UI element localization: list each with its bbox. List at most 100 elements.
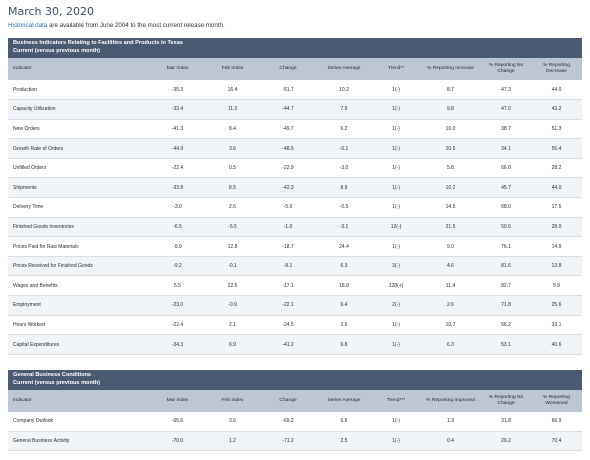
table-cell: 2(-) <box>372 295 420 316</box>
table-cell: 68.0 <box>481 197 531 218</box>
table-cell: -51.7 <box>260 80 316 101</box>
table-cell: 1(-) <box>372 158 420 179</box>
table-cell: 6.3 <box>316 256 372 277</box>
table-cell: 45.7 <box>481 177 531 199</box>
table-cell: 1(-) <box>372 138 420 159</box>
table-cell: -33.4 <box>150 99 205 120</box>
table-cell: 12.8 <box>205 236 260 257</box>
table-row: Capital Expenditures -34.3 6.9 -41.2 6.8 1(-)… <box>8 334 582 355</box>
table-cell: -0.5 <box>316 197 372 218</box>
table-cell: 0.4 <box>420 431 481 451</box>
indicator-name: Prices Received for Finished Goods <box>8 256 150 277</box>
table-cell: 6.4 <box>316 295 372 316</box>
column-header: Trend** <box>387 66 405 71</box>
table-cell: 1(-) <box>372 315 420 336</box>
table-cell: 10.7 <box>420 315 481 336</box>
table-cell: 56.2 <box>481 315 531 336</box>
indicator-name: General Business Activity <box>8 431 150 451</box>
table-cell: 8.5 <box>205 177 260 199</box>
table-cell: 10.5 <box>420 138 481 159</box>
table-2-subtitle: Current (versus previous month) <box>13 379 101 386</box>
indicator-name: Production <box>8 80 150 101</box>
column-header: % Reporting No Change <box>488 395 524 406</box>
table-row: Capacity Utilization -33.4 11.3 -44.7 7.9 1(-… <box>8 99 582 120</box>
column-header: Feb Index <box>221 66 244 71</box>
historical-data-link[interactable]: Historical data <box>8 22 47 29</box>
table-cell: -17.1 <box>260 275 316 297</box>
table-2-column-headers: Indicator Mar Index Feb Index Change Series … <box>8 390 582 412</box>
indicator-name: Employment <box>8 295 150 316</box>
indicator-name: Capital Expenditures <box>8 334 150 355</box>
indicator-name: Delivery Time <box>8 197 150 218</box>
indicator-name: Company Outlook <box>8 412 150 432</box>
column-header: Mar Index <box>166 66 189 71</box>
table-cell: -3.1 <box>316 217 372 238</box>
table-cell: -41.2 <box>260 334 316 355</box>
intro-text: Historical data are available from June … <box>8 22 225 29</box>
table-cell: -18.7 <box>260 236 316 257</box>
table-cell: -34.3 <box>150 334 205 355</box>
table-cell: 1(-) <box>372 197 420 218</box>
table-cell: 128(+) <box>372 275 420 297</box>
table-row: General Business Activity -70.0 1.2 -71.2 2.… <box>8 431 582 451</box>
page-date: March 30, 2020 <box>8 5 95 18</box>
column-header: Change <box>279 398 297 403</box>
table-cell: 9.0 <box>420 236 481 257</box>
table-cell: 1(-) <box>372 80 420 101</box>
table-cell: 6.8 <box>316 334 372 355</box>
table-cell: 34.1 <box>481 138 531 159</box>
table-row: Unfilled Orders -22.4 0.5 -22.9 -3.0 1(-) 5.8 6… <box>8 158 582 179</box>
table-cell: -22.4 <box>150 158 205 179</box>
table-cell: 7.9 <box>316 99 372 120</box>
table-row: Delivery Time -3.0 2.6 -5.6 -0.5 1(-) 14.5 68.0… <box>8 197 582 218</box>
table-cell: 1.3 <box>420 412 481 432</box>
table-cell: -0.1 <box>205 256 260 277</box>
table-row: Employment -23.0 -0.9 -22.1 6.4 2(-) 2.6 71.8 25… <box>8 295 582 316</box>
table-cell: 17.5 <box>531 197 582 218</box>
table-cell: 53.1 <box>481 334 531 355</box>
table-row: Wages and Benefits 5.5 22.6 -17.1 18.8 128(+)… <box>8 275 582 297</box>
table-cell: 8.9 <box>316 177 372 199</box>
table-cell: 18.8 <box>316 275 372 297</box>
table-cell: 31.8 <box>481 412 531 432</box>
column-header: Feb Index <box>221 398 244 403</box>
table-row: Hours Worked -22.4 2.1 -24.5 2.6 1(-) 10.7 56.2… <box>8 315 582 336</box>
table-cell: -9.2 <box>150 256 205 277</box>
table-cell: 55.4 <box>531 138 582 159</box>
column-header: Indicator <box>13 398 32 403</box>
table-cell: 47.0 <box>481 99 531 120</box>
table-cell: 11.3 <box>205 99 260 120</box>
table-1-body: Production -35.3 16.4 -51.7 10.2 1(-) 8.7 47.3 4… <box>8 80 582 355</box>
column-header: Indicator <box>13 66 32 71</box>
table-cell: -24.5 <box>260 315 316 336</box>
table-cell: -22.9 <box>260 158 316 179</box>
table-cell: -70.0 <box>150 431 205 451</box>
table-cell: -69.2 <box>260 412 316 432</box>
table-cell: -5.9 <box>150 236 205 257</box>
table-cell: 14.5 <box>420 197 481 218</box>
table-cell: -44.9 <box>150 138 205 159</box>
table-cell: 28.2 <box>531 158 582 179</box>
table-cell: 6.2 <box>316 119 372 140</box>
table-cell: 2.5 <box>316 431 372 451</box>
table-cell: -42.3 <box>260 177 316 199</box>
table-cell: 10.2 <box>420 177 481 199</box>
table-cell: 1(-) <box>372 431 420 451</box>
table-1: Indicator Mar Index Feb Index Change Series … <box>8 58 582 355</box>
page: March 30, 2020 Historical data are avail… <box>0 0 590 460</box>
table-cell: 0.5 <box>205 158 260 179</box>
business-indicators-table: Business Indicators Relating to Faciliti… <box>8 38 582 355</box>
table-cell: -23.0 <box>150 295 205 316</box>
table-cell: 12(-) <box>372 217 420 238</box>
table-cell: 3.6 <box>205 412 260 432</box>
table-row: Finished Goods Inventories -6.5 -5.5 -1.0 -3… <box>8 217 582 238</box>
intro-rest: are available from June 2004 to the most… <box>47 22 225 29</box>
table-cell: 81.6 <box>481 256 531 277</box>
table-cell: 21.5 <box>420 217 481 238</box>
table-cell: -5.6 <box>260 197 316 218</box>
indicator-name: Wages and Benefits <box>8 275 150 297</box>
indicator-name: Prices Paid for Raw Materials <box>8 236 150 257</box>
column-header: Trend*** <box>386 398 406 403</box>
table-cell: -44.7 <box>260 99 316 120</box>
table-2-title: General Business Conditions <box>13 372 92 378</box>
